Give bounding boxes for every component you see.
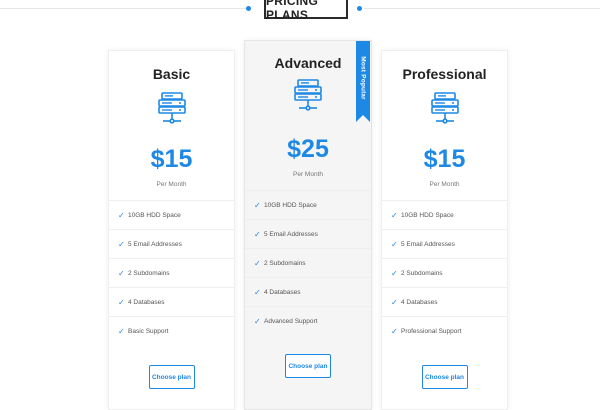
most-popular-ribbon: Most Popular — [356, 41, 370, 122]
feature-item: ✓ 10GB HDD Space — [109, 200, 234, 229]
section-header: PRICING PLANS — [0, 0, 600, 22]
plan-name: Basic — [152, 66, 191, 82]
feature-item: ✓ 2 Subdomains — [382, 258, 507, 287]
plan-name: Professional — [402, 66, 487, 82]
check-icon: ✓ — [118, 239, 125, 249]
check-icon: ✓ — [254, 229, 261, 239]
check-icon: ✓ — [391, 210, 398, 220]
server-icon — [431, 92, 459, 124]
plan-card-advanced: Most Popular Advanced $25 Per Month ✓ 10G… — [244, 40, 372, 410]
choose-plan-button[interactable]: Choose plan — [285, 354, 331, 378]
feature-item: ✓ 5 Email Addresses — [382, 229, 507, 258]
check-icon: ✓ — [391, 239, 398, 249]
check-icon: ✓ — [391, 297, 398, 307]
header-dot-right — [357, 6, 362, 11]
feature-item: ✓ 10GB HDD Space — [245, 190, 371, 219]
header-divider-left — [0, 8, 246, 9]
plan-period: Per Month — [156, 181, 187, 188]
feature-item: ✓ Advanced Support — [245, 306, 371, 335]
choose-plan-button[interactable]: Choose plan — [421, 365, 468, 389]
plan-card-basic: Basic $15 Per Month ✓ 10GB HDD Space ✓ 5 E… — [108, 50, 235, 410]
feature-item: ✓ Basic Support — [109, 316, 234, 345]
feature-item: ✓ 2 Subdomains — [109, 258, 234, 287]
plan-price: $15 — [423, 145, 466, 173]
check-icon: ✓ — [391, 326, 398, 336]
feature-item: ✓ 10GB HDD Space — [382, 200, 507, 229]
feature-list: ✓ 10GB HDD Space ✓ 5 Email Addresses ✓ 2 Su… — [382, 200, 507, 345]
feature-item: ✓ 2 Subdomains — [245, 248, 371, 277]
server-icon — [158, 92, 186, 124]
check-icon: ✓ — [254, 200, 261, 210]
feature-item: ✓ 4 Databases — [382, 287, 507, 316]
feature-item: ✓ Professional Support — [382, 316, 507, 345]
feature-list: ✓ 10GB HDD Space ✓ 5 Email Addresses ✓ 2 Su… — [109, 200, 234, 345]
plan-name: Advanced — [274, 55, 342, 71]
plan-price: $15 — [150, 145, 193, 173]
check-icon: ✓ — [118, 268, 125, 278]
choose-plan-button[interactable]: Choose plan — [148, 365, 195, 389]
plan-card-professional: Professional $15 Per Month ✓ 10GB HDD Spa… — [381, 50, 508, 410]
check-icon: ✓ — [118, 210, 125, 220]
check-icon: ✓ — [118, 326, 125, 336]
feature-item: ✓ 5 Email Addresses — [109, 229, 234, 258]
feature-item: ✓ 5 Email Addresses — [245, 219, 371, 248]
server-icon — [294, 79, 322, 111]
check-icon: ✓ — [254, 287, 261, 297]
section-title: PRICING PLANS — [264, 0, 348, 22]
check-icon: ✓ — [391, 268, 398, 278]
feature-item: ✓ 4 Databases — [245, 277, 371, 306]
check-icon: ✓ — [254, 316, 261, 326]
check-icon: ✓ — [254, 258, 261, 268]
check-icon: ✓ — [118, 297, 125, 307]
plan-price: $25 — [287, 135, 329, 163]
feature-item: ✓ 4 Databases — [109, 287, 234, 316]
plan-period: Per Month — [293, 171, 323, 178]
feature-list: ✓ 10GB HDD Space ✓ 5 Email Addresses ✓ 2 Su… — [245, 190, 371, 335]
header-divider-right — [364, 8, 600, 9]
header-dot-left — [246, 6, 251, 11]
plan-period: Per Month — [429, 181, 460, 188]
